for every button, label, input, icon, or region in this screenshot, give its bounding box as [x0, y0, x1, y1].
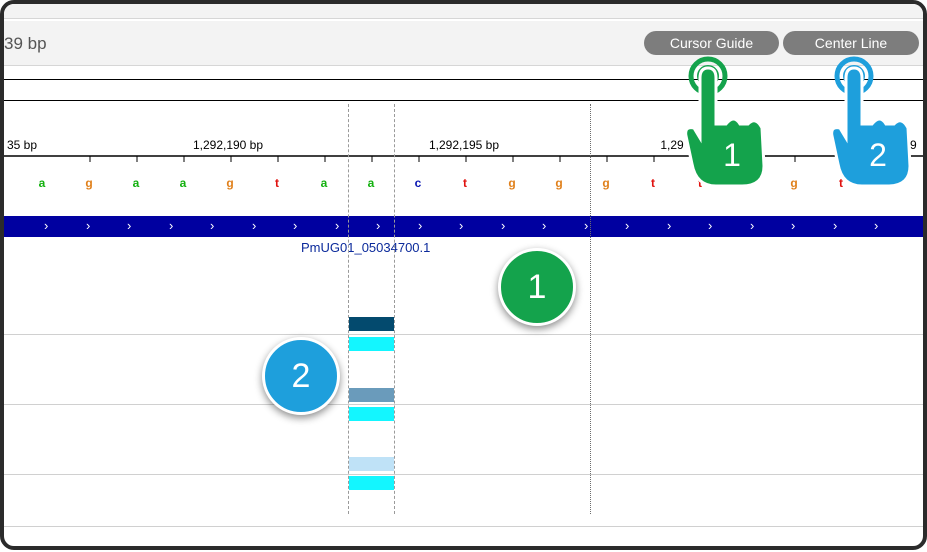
gene-strand-arrow-icon: ›: [86, 218, 91, 233]
ruler-track: 35 bp 1,292,190 bp 1,292,195 bp 1,29 29 …: [4, 132, 923, 202]
sequence-base: t: [275, 176, 279, 190]
feature-block[interactable]: [349, 388, 394, 402]
sequence-base: t: [463, 176, 467, 190]
sequence-base: t: [651, 176, 655, 190]
header-bar: 39 bp Cursor Guide Center Line: [4, 21, 923, 66]
feature-block[interactable]: [349, 337, 394, 351]
gene-strand-arrow-icon: ›: [335, 218, 340, 233]
gene-strand-arrow-icon: ›: [584, 218, 589, 233]
top-strip: [4, 4, 923, 19]
cursor-guide-button[interactable]: Cursor Guide: [644, 31, 779, 55]
track-row-divider: [4, 334, 923, 335]
gene-name-label: PmUG01_05034700.1: [301, 240, 431, 255]
callout-badge-1: 1: [498, 248, 576, 326]
sequence-base: g: [508, 176, 515, 190]
pointer-hand-icon-1: 1: [684, 56, 766, 188]
gene-strand-arrow-icon: ›: [833, 218, 838, 233]
hand-2-number: 2: [869, 137, 887, 173]
callout-badge-2: 2: [262, 337, 340, 415]
center-line-button[interactable]: Center Line: [783, 31, 919, 55]
gene-strand-arrow-icon: ›: [293, 218, 298, 233]
gene-track-bar[interactable]: [4, 216, 923, 237]
gene-strand-arrow-icon: ›: [459, 218, 464, 233]
sequence-base: g: [555, 176, 562, 190]
gene-strand-arrow-icon: ›: [376, 218, 381, 233]
gene-strand-arrow-icon: ›: [418, 218, 423, 233]
center-line: [590, 104, 591, 514]
feature-block[interactable]: [349, 457, 394, 471]
sequence-base: g: [602, 176, 609, 190]
gene-strand-arrow-icon: ›: [791, 218, 796, 233]
sequence-base: a: [321, 176, 328, 190]
sequence-base: a: [133, 176, 140, 190]
gene-strand-arrow-icon: ›: [667, 218, 672, 233]
ideogram-bottom-line: [4, 100, 923, 101]
pointer-hand-icon-2: 2: [830, 56, 912, 188]
gene-strand-arrow-icon: ›: [127, 218, 132, 233]
gene-strand-arrow-icon: ›: [542, 218, 547, 233]
feature-block[interactable]: [349, 317, 394, 331]
igv-track-panel: 39 bp Cursor Guide Center Line 35 bp 1,2…: [0, 0, 927, 550]
gene-strand-arrow-icon: ›: [501, 218, 506, 233]
feature-block[interactable]: [349, 476, 394, 490]
sequence-base: g: [85, 176, 92, 190]
sequence-base: c: [415, 176, 422, 190]
gene-strand-arrow-icon: ›: [874, 218, 879, 233]
feature-block[interactable]: [349, 407, 394, 421]
ideogram-top-line: [4, 79, 923, 80]
track-row-divider: [4, 526, 923, 527]
gene-strand-arrow-icon: ›: [169, 218, 174, 233]
gene-strand-arrow-icon: ›: [708, 218, 713, 233]
ruler-axis: agaagtaactgggtttgt: [4, 155, 923, 190]
sequence-base: a: [39, 176, 46, 190]
sequence-base: g: [226, 176, 233, 190]
locus-size-label: 39 bp: [4, 34, 47, 53]
gene-strand-arrow-icon: ›: [750, 218, 755, 233]
cursor-guide-line-right: [394, 104, 395, 514]
cursor-guide-line-left: [348, 104, 349, 514]
sequence-base: a: [368, 176, 375, 190]
gene-strand-arrow-icon: ›: [210, 218, 215, 233]
sequence-base: a: [180, 176, 187, 190]
hand-1-number: 1: [723, 137, 741, 173]
gene-strand-arrow-icon: ›: [252, 218, 257, 233]
sequence-base: g: [790, 176, 797, 190]
gene-strand-arrow-icon: ›: [625, 218, 630, 233]
track-row-divider: [4, 474, 923, 475]
gene-strand-arrow-icon: ›: [44, 218, 49, 233]
track-row-divider: [4, 404, 923, 405]
